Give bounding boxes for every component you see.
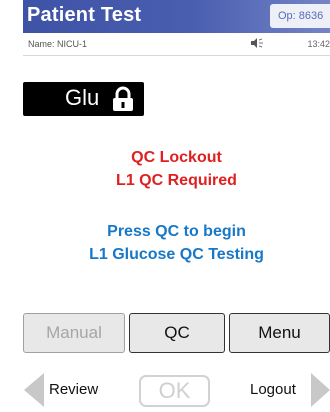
right-arrow-icon[interactable]: [311, 373, 330, 407]
menu-button[interactable]: Menu: [229, 313, 330, 353]
speaker-icon: [251, 38, 263, 48]
lockout-subtitle: L1 QC Required: [116, 172, 237, 189]
title-bar: Patient Test Op: 8636: [23, 0, 330, 33]
lock-icon: [113, 86, 133, 111]
ok-button[interactable]: OK: [139, 375, 210, 407]
patient-info-bar: Name: NICU-1 13:42: [23, 33, 330, 56]
logout-button[interactable]: Logout: [250, 381, 296, 398]
manual-button[interactable]: Manual: [23, 313, 125, 353]
clock: 13:42: [307, 39, 330, 49]
patient-name: Name: NICU-1: [28, 39, 88, 49]
test-type-label: Glu: [65, 85, 100, 110]
test-type-badge: Glu: [23, 82, 144, 116]
operator-id: Op: 8636: [270, 4, 330, 28]
instruction-line-2: L1 Glucose QC Testing: [89, 246, 264, 263]
left-arrow-icon[interactable]: [22, 373, 44, 407]
qc-button[interactable]: QC: [129, 313, 225, 353]
page-title: Patient Test: [27, 4, 142, 26]
instruction-line-1: Press QC to begin: [107, 223, 246, 240]
review-button[interactable]: Review: [49, 381, 98, 398]
lockout-title: QC Lockout: [131, 149, 222, 166]
